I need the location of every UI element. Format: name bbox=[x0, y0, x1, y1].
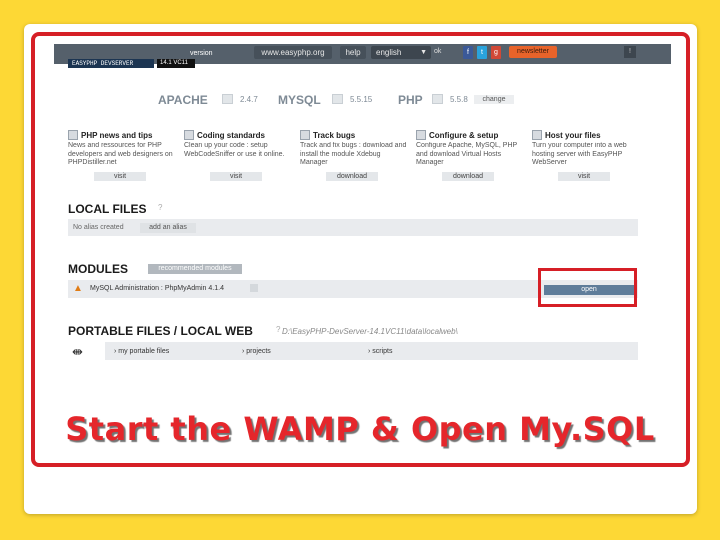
slide-caption: Start the WAMP & Open My.SQL bbox=[65, 410, 655, 448]
red-frame bbox=[31, 32, 690, 467]
